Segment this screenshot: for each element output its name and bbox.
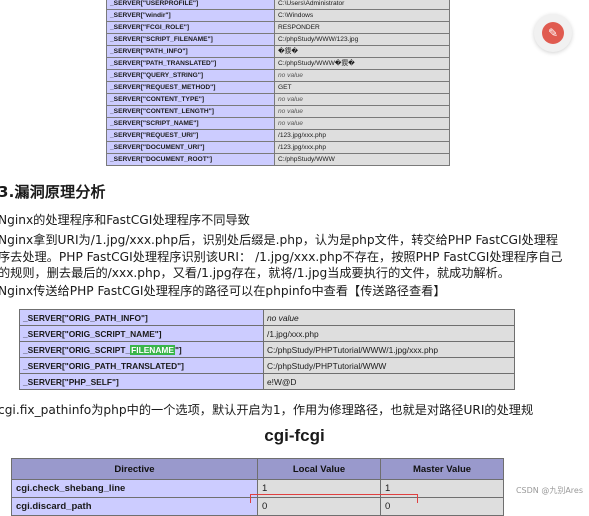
server-variables-table-top: _SERVER["USERPROFILE"] C:\Users\Administr… <box>106 0 450 166</box>
table-row: _SERVER["DOCUMENT_ROOT"] C:/phpStudy/WWW <box>106 153 450 166</box>
table-row: _SERVER["ORIG_PATH_TRANSLATED"] C:/phpSt… <box>19 357 515 374</box>
column-header: Directive <box>11 458 258 480</box>
table-key: _SERVER["REQUEST_URI"] <box>106 129 275 142</box>
table-key: _SERVER["REQUEST_METHOD"] <box>106 81 275 94</box>
table-key: _SERVER["DOCUMENT_URI"] <box>106 141 275 154</box>
table-key: _SERVER["FCGI_ROLE"] <box>106 21 275 34</box>
table-key: _SERVER["QUERY_STRING"] <box>106 69 275 82</box>
column-header: Local Value <box>257 458 381 480</box>
paragraph-line: 序去处理。PHP FastCGI处理程序识别该URI： /1.jpg/xxx.p… <box>0 250 563 264</box>
table-key: _SERVER["USERPROFILE"] <box>106 0 275 10</box>
table-key: _SERVER["PATH_INFO"] <box>106 45 275 58</box>
paragraph-line: 的规则，删去最后的/xxx.php，又看/1.jpg存在，就将/1.jpg当成要… <box>0 266 510 280</box>
table-value: /1.jpg/xxx.php <box>263 325 515 342</box>
table-value: �鍥� <box>274 45 450 58</box>
table-key: _SERVER["ORIG_SCRIPT_NAME"] <box>19 325 264 342</box>
table-value: no value <box>274 93 450 106</box>
table-value: no value <box>274 105 450 118</box>
table-row: _SERVER["QUERY_STRING"] no value <box>106 69 450 82</box>
column-header: Master Value <box>380 458 504 480</box>
server-variables-table-orig: _SERVER["ORIG_PATH_INFO"] no value _SERV… <box>19 309 515 390</box>
table-key: _SERVER["ORIG_PATH_INFO"] <box>19 309 264 326</box>
table-value: e!W@D <box>263 373 515 390</box>
table-value: RESPONDER <box>274 21 450 34</box>
table-key: _SERVER["PHP_SELF"] <box>19 373 264 390</box>
table-key: _SERVER["windir"] <box>106 9 275 22</box>
directive-name: cgi.check_shebang_line <box>11 479 258 498</box>
table-row: _SERVER["SCRIPT_FILENAME"] C:/phpStudy/WW… <box>106 33 450 46</box>
table-value: C:\Users\Administrator <box>274 0 450 10</box>
paragraph-line: Nginx的处理程序和FastCGI处理程序不同导致 <box>0 213 250 227</box>
table-value: /123.jpg/xxx.php <box>274 141 450 154</box>
table-row: _SERVER["PATH_INFO"] �鍥� <box>106 45 450 58</box>
cgi-directive-table: Directive Local Value Master Value cgi.c… <box>11 458 504 516</box>
cgi-section-title: cgi-fcgi <box>264 426 325 445</box>
table-row: _SERVER["CONTENT_TYPE"] no value <box>106 93 450 106</box>
table-row: _SERVER["ORIG_SCRIPT_FILENAME"] C:/phpSt… <box>19 341 515 358</box>
table-value: C:/phpStudy/PHPTutorial/WWW <box>263 357 515 374</box>
app-icon: ✎ <box>542 22 564 44</box>
table-row: _SERVER["CONTENT_LENGTH"] no value <box>106 105 450 118</box>
table-value: no value <box>274 117 450 130</box>
highlighted-text: FILENAME <box>130 344 175 355</box>
table-key: _SERVER["CONTENT_TYPE"] <box>106 93 275 106</box>
table-key-prefix: _SERVER["ORIG_SCRIPT_ <box>23 344 131 355</box>
table-row: _SERVER["SCRIPT_NAME"] no value <box>106 117 450 130</box>
table-key: _SERVER["SCRIPT_FILENAME"] <box>106 33 275 46</box>
table-row: _SERVER["FCGI_ROLE"] RESPONDER <box>106 21 450 34</box>
table-key: _SERVER["ORIG_SCRIPT_FILENAME"] <box>19 341 264 358</box>
table-header-row: Directive Local Value Master Value <box>11 458 504 480</box>
table-row: _SERVER["windir"] C:\Windows <box>106 9 450 22</box>
highlight-box <box>250 494 418 503</box>
watermark: CSDN @九别Ares <box>515 486 583 495</box>
directive-name: cgi.discard_path <box>11 497 258 516</box>
table-key: _SERVER["PATH_TRANSLATED"] <box>106 57 275 70</box>
table-value: C:/phpStudy/PHPTutorial/WWW/1.jpg/xxx.ph… <box>263 341 515 358</box>
table-key: _SERVER["ORIG_PATH_TRANSLATED"] <box>19 357 264 374</box>
section-title: 3.漏洞原理分析 <box>0 183 106 201</box>
table-value: C:/phpStudy/WWW/123.jpg <box>274 33 450 46</box>
table-key-suffix: "] <box>174 344 182 355</box>
table-value: C:/phpStudy/WWW <box>274 153 450 166</box>
table-value: no value <box>263 309 515 326</box>
table-row: _SERVER["PHP_SELF"] e!W@D <box>19 373 515 390</box>
table-row: _SERVER["USERPROFILE"] C:\Users\Administr… <box>106 0 450 10</box>
table-key: _SERVER["SCRIPT_NAME"] <box>106 117 275 130</box>
table-row: _SERVER["ORIG_PATH_INFO"] no value <box>19 309 515 326</box>
table-value: no value <box>274 69 450 82</box>
table-key: _SERVER["CONTENT_LENGTH"] <box>106 105 275 118</box>
table-row: _SERVER["REQUEST_METHOD"] GET <box>106 81 450 94</box>
table-row: _SERVER["PATH_TRANSLATED"] C:/phpStudy/WW… <box>106 57 450 70</box>
table-value: C:\Windows <box>274 9 450 22</box>
table-key: _SERVER["DOCUMENT_ROOT"] <box>106 153 275 166</box>
table-row: _SERVER["DOCUMENT_URI"]/123.jpg/xxx.php <box>106 141 450 154</box>
table-row: _SERVER["REQUEST_URI"]/123.jpg/xxx.php <box>106 129 450 142</box>
floating-action-button[interactable]: ✎ <box>534 14 572 52</box>
cgi-note: cgi.fix_pathinfo为php中的一个选项，默认开启为1，作用为修理路… <box>0 403 534 417</box>
paragraph-line: Nginx拿到URI为/1.jpg/xxx.php后，识别处后缀是.php，认为… <box>0 233 559 247</box>
paragraph-line: Nginx传送给PHP FastCGI处理程序的路径可以在phpinfo中查看【… <box>0 284 446 298</box>
table-value: C:/phpStudy/WWW�鍥� <box>274 57 450 70</box>
table-value: /123.jpg/xxx.php <box>274 129 450 142</box>
table-row: _SERVER["ORIG_SCRIPT_NAME"] /1.jpg/xxx.p… <box>19 325 515 342</box>
table-value: GET <box>274 81 450 94</box>
